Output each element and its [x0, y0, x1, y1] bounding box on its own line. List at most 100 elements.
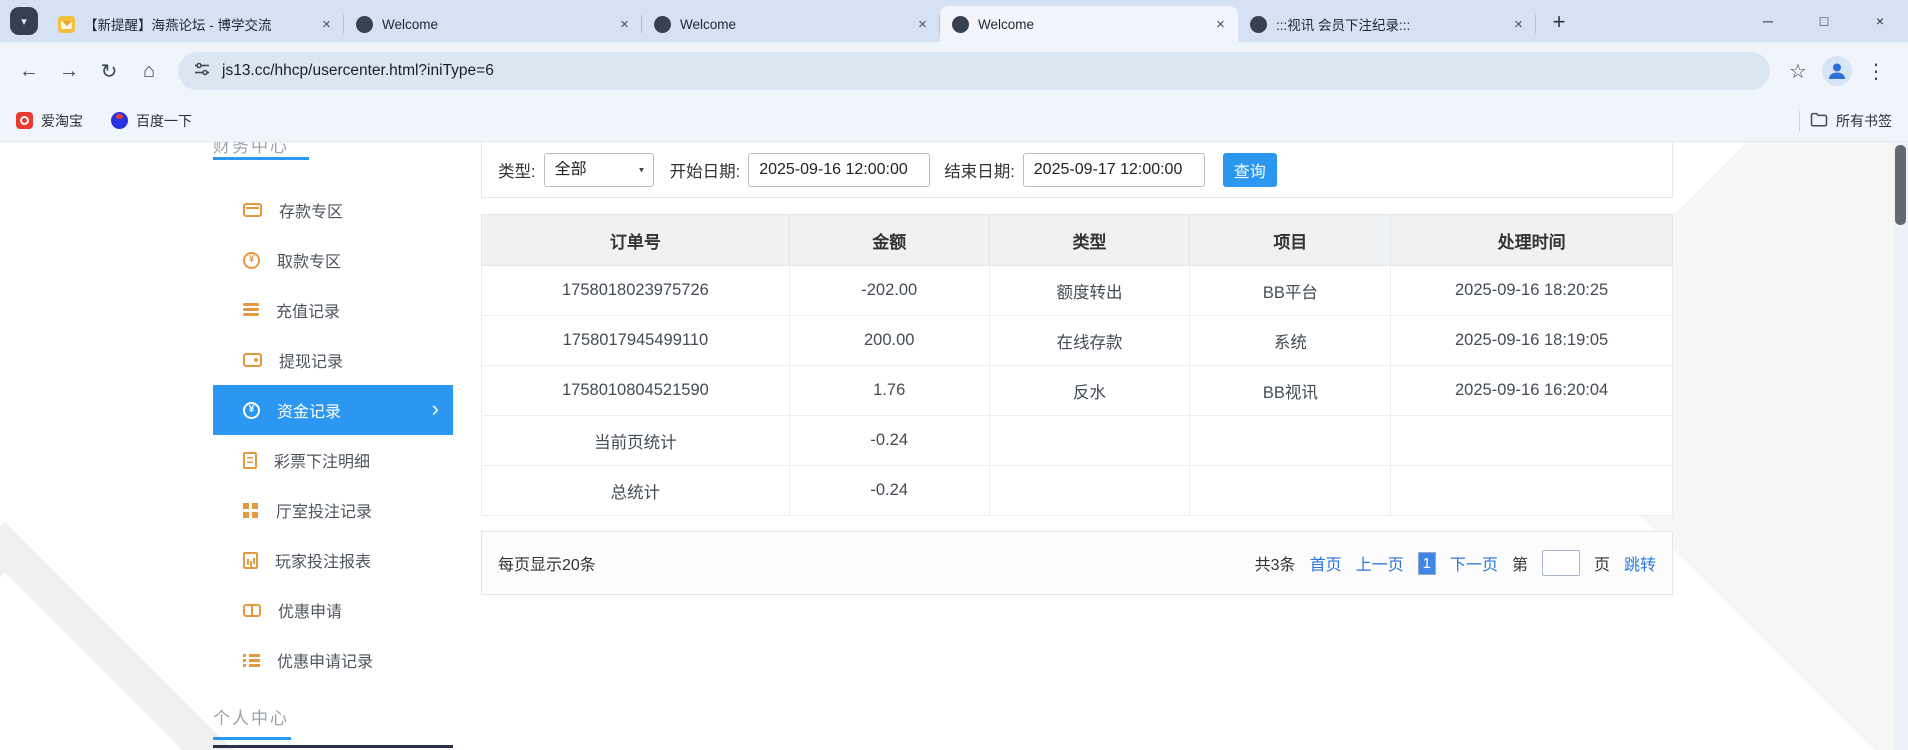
sidebar-section-personal: 个人中心: [213, 709, 289, 728]
tab-title: Welcome: [680, 16, 737, 32]
report-sheet-icon: [243, 551, 258, 569]
browser-tab-4-active[interactable]: Welcome ×: [940, 6, 1238, 42]
mail-favicon-icon: [58, 15, 75, 33]
maximize-button[interactable]: □: [1796, 0, 1852, 42]
sidebar-item-label: 资金记录: [277, 404, 342, 421]
browser-tab-2[interactable]: Welcome ×: [344, 6, 642, 42]
column-header-project: 项目: [1189, 214, 1392, 266]
table-cell: 在线存款: [988, 315, 1191, 366]
sidebar-item-withdraw[interactable]: 取款专区: [213, 235, 453, 285]
browser-tab-3[interactable]: Welcome ×: [642, 6, 940, 42]
page-jump-input[interactable]: [1541, 550, 1580, 576]
all-bookmarks-button[interactable]: 所有书签: [1810, 111, 1892, 131]
globe-favicon-icon: [356, 15, 373, 33]
column-header-type: 类型: [988, 214, 1191, 266]
address-bar[interactable]: js13.cc/hhcp/usercenter.html?iniType=6: [178, 52, 1770, 90]
sidebar-item-label: 存款专区: [279, 204, 344, 221]
tab-search-button[interactable]: ▾: [10, 7, 38, 35]
profile-avatar[interactable]: [1822, 56, 1852, 86]
divider: [213, 745, 453, 748]
table-cell: -0.24: [788, 465, 990, 516]
start-date-input[interactable]: [748, 152, 931, 187]
tab-close-icon[interactable]: ×: [1509, 15, 1528, 34]
column-header-amount: 金额: [788, 214, 990, 266]
tab-strip: ▾ 【新提醒】海燕论坛 - 博学交流 × Welcome × Welcome ×…: [0, 0, 1908, 42]
reload-button[interactable]: ↻: [90, 52, 128, 90]
bookmark-label: 爱淘宝: [41, 112, 83, 129]
sidebar-item-funds-record[interactable]: 资金记录 ›: [213, 385, 453, 435]
sidebar-item-label: 取款专区: [277, 254, 342, 271]
type-select[interactable]: 全部: [543, 152, 654, 187]
bookmark-baidu[interactable]: 百度一下: [111, 111, 192, 131]
browser-tab-5[interactable]: :::视讯 会员下注纪录::: ×: [1238, 6, 1536, 42]
window-controls: ─ □ ×: [1740, 0, 1908, 42]
current-page-indicator[interactable]: 1: [1417, 551, 1436, 575]
window-close-button[interactable]: ×: [1852, 0, 1908, 42]
sidebar: 财务中心 存款专区 取款专区 充值记录 提现记录 资金记录 ›: [213, 142, 453, 750]
tab-title: Welcome: [978, 16, 1035, 32]
table-cell: BB平台: [1189, 265, 1392, 316]
promo-ticket-icon: [243, 603, 261, 617]
sidebar-item-promo-apply[interactable]: 优惠申请: [213, 585, 453, 635]
table-cell: -202.00: [788, 265, 990, 316]
sidebar-item-deposit[interactable]: 存款专区: [213, 185, 453, 235]
end-date-input[interactable]: [1022, 152, 1205, 187]
table-cell: [988, 465, 1191, 516]
browser-toolbar: ← → ↻ ⌂ js13.cc/hhcp/usercenter.html?ini…: [0, 42, 1908, 100]
sidebar-item-cashout-record[interactable]: 提现记录: [213, 335, 453, 385]
main-content: 类型: 全部 开始日期: 结束日期: 查询 订单号 金额 类型 项目: [481, 142, 1673, 595]
page-scrollbar[interactable]: [1893, 142, 1908, 750]
bookmark-aitaobao[interactable]: 爱淘宝: [16, 111, 83, 131]
bookmarks-bar: 爱淘宝 百度一下 所有书签: [0, 100, 1908, 142]
table-cell: 1.76: [788, 365, 990, 416]
minimize-button[interactable]: ─: [1740, 0, 1796, 42]
table-row: 1758010804521590 1.76 反水 BB视讯 2025-09-16…: [481, 365, 1673, 416]
prev-page-link[interactable]: 上一页: [1356, 551, 1404, 575]
bookmarks-right: 所有书签: [1799, 110, 1892, 131]
funds-record-table: 订单号 金额 类型 项目 处理时间 1758018023975726 -202.…: [481, 214, 1673, 516]
bookmark-label: 百度一下: [136, 112, 192, 129]
browser-tab-1[interactable]: 【新提醒】海燕论坛 - 博学交流 ×: [46, 6, 344, 42]
tab-close-icon[interactable]: ×: [913, 15, 932, 34]
table-row: 1758017945499110 200.00 在线存款 系统 2025-09-…: [481, 315, 1673, 366]
jump-button[interactable]: 跳转: [1624, 551, 1656, 575]
back-button[interactable]: ←: [10, 52, 48, 90]
search-button[interactable]: 查询: [1222, 152, 1277, 187]
chevron-down-icon: ▾: [21, 15, 27, 28]
folder-icon: [1810, 112, 1828, 130]
tab-title: :::视讯 会员下注纪录:::: [1276, 18, 1411, 33]
scrollbar-thumb[interactable]: [1895, 145, 1906, 225]
table-cell: 反水: [988, 365, 1191, 416]
first-page-link[interactable]: 首页: [1310, 551, 1342, 575]
sidebar-item-promo-record[interactable]: 优惠申请记录: [213, 635, 453, 685]
filter-bar: 类型: 全部 开始日期: 结束日期: 查询: [481, 142, 1673, 198]
jump-suffix-label: 页: [1593, 557, 1610, 574]
menu-kebab-icon[interactable]: ⋮: [1858, 53, 1894, 89]
sidebar-item-lottery-detail[interactable]: 彩票下注明细: [213, 435, 453, 485]
sidebar-item-label: 彩票下注明细: [274, 454, 371, 471]
bookmark-star-icon[interactable]: ☆: [1780, 53, 1816, 89]
tab-close-icon[interactable]: ×: [615, 15, 634, 34]
sidebar-item-recharge-record[interactable]: 充值记录: [213, 285, 453, 335]
next-page-link[interactable]: 下一页: [1450, 551, 1498, 575]
table-cell: 总统计: [481, 465, 790, 516]
home-button[interactable]: ⌂: [130, 52, 168, 90]
table-cell: 2025-09-16 18:20:25: [1390, 265, 1673, 316]
funds-coin-icon: [243, 401, 260, 419]
tab-close-icon[interactable]: ×: [1211, 15, 1230, 34]
pagination-controls: 共3条 首页 上一页 1 下一页 第 页 跳转: [1255, 550, 1656, 576]
sidebar-item-label: 优惠申请: [278, 604, 343, 621]
new-tab-button[interactable]: +: [1544, 7, 1574, 37]
globe-favicon-icon: [654, 15, 671, 33]
end-date-label: 结束日期:: [944, 162, 1015, 181]
sidebar-item-hall-bet-record[interactable]: 厅室投注记录: [213, 485, 453, 535]
tab-close-icon[interactable]: ×: [317, 15, 336, 34]
sidebar-item-player-report[interactable]: 玩家投注报表: [213, 535, 453, 585]
sidebar-item-label: 提现记录: [279, 354, 344, 371]
taobao-icon: [16, 112, 33, 129]
table-cell: 2025-09-16 16:20:04: [1390, 365, 1673, 416]
forward-button[interactable]: →: [50, 52, 88, 90]
table-header-row: 订单号 金额 类型 项目 处理时间: [481, 214, 1673, 266]
site-info-icon[interactable]: [194, 61, 210, 82]
table-row: 1758018023975726 -202.00 额度转出 BB平台 2025-…: [481, 265, 1673, 316]
